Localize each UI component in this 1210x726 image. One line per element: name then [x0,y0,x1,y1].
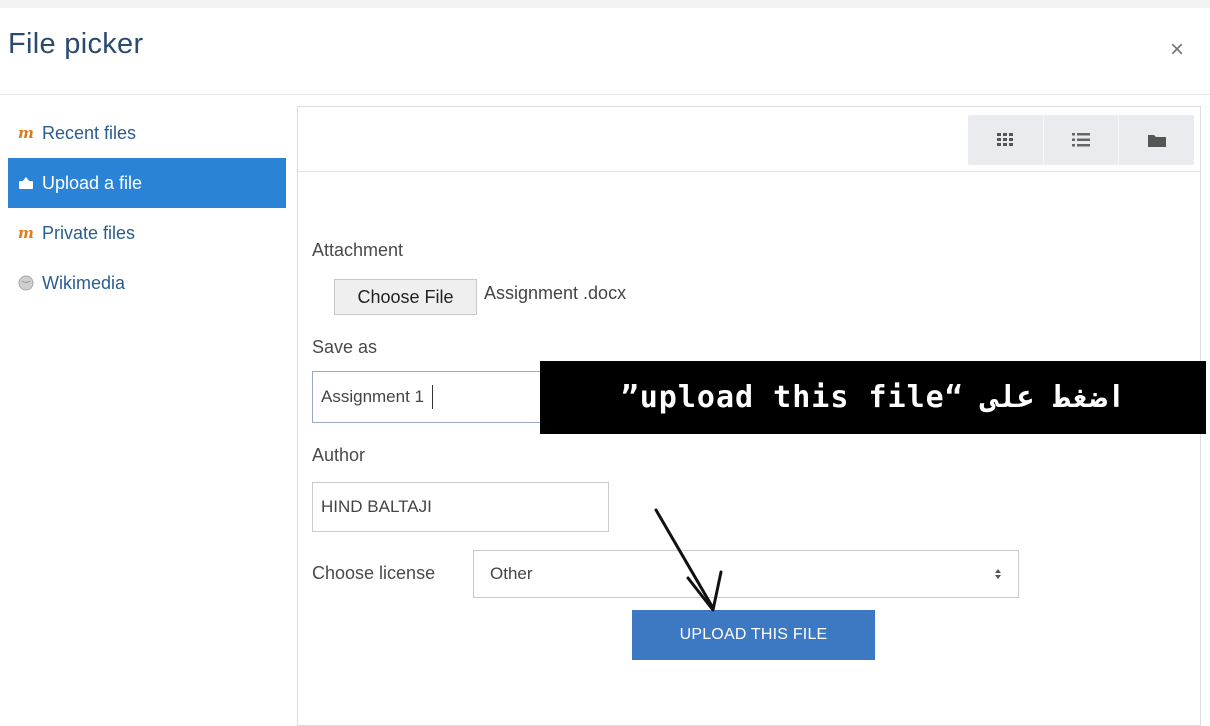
panel-toolbar [298,107,1200,172]
grid-view-icon [997,133,1014,146]
choose-file-button[interactable]: Choose File [334,279,477,315]
sidebar-item-upload-a-file[interactable]: Upload a file [8,158,286,208]
license-label: Choose license [312,563,436,583]
text-caret [432,385,433,409]
sidebar-item-recent-files[interactable]: m Recent files [8,108,286,158]
license-value: Other [490,564,533,583]
instruction-callout: اضغط على “upload this file” [540,361,1206,434]
save-as-label: Save as [312,337,378,357]
grid-view-button[interactable] [968,115,1044,165]
save-as-value: Assignment 1 [321,387,424,406]
folder-view-button[interactable] [1119,115,1194,165]
sidebar-item-label: Private files [42,222,136,243]
select-arrows-icon [995,569,1001,579]
sidebar-item-wikimedia[interactable]: Wikimedia [8,258,286,308]
author-label: Author [312,445,366,465]
list-view-icon [1072,133,1090,147]
sidebar-item-private-files[interactable]: m Private files [8,208,286,258]
sidebar-item-label: Wikimedia [42,272,126,293]
sidebar-item-label: Upload a file [42,172,143,193]
selected-file-name: Assignment .docx [484,283,627,303]
folder-view-icon [1147,135,1166,147]
moodle-repo-icon: m [18,224,34,242]
close-icon[interactable]: × [1170,38,1184,62]
upload-this-file-button[interactable]: UPLOAD THIS FILE [632,610,875,660]
attachment-label: Attachment [312,240,404,260]
author-value: HIND BALTAJI [321,497,432,516]
dialog-title: File picker [8,28,144,60]
header-divider [0,94,1210,95]
sidebar-item-label: Recent files [42,122,137,143]
moodle-repo-icon: m [18,124,34,142]
top-strip [0,0,1210,8]
license-select[interactable]: Other [473,550,1019,598]
wikimedia-icon [18,275,38,291]
view-switcher [968,115,1194,165]
list-view-button[interactable] [1044,115,1120,165]
repository-sidebar: m Recent files Upload a file m Private f… [8,108,286,308]
author-input[interactable]: HIND BALTAJI [312,482,609,532]
upload-icon [18,176,38,190]
